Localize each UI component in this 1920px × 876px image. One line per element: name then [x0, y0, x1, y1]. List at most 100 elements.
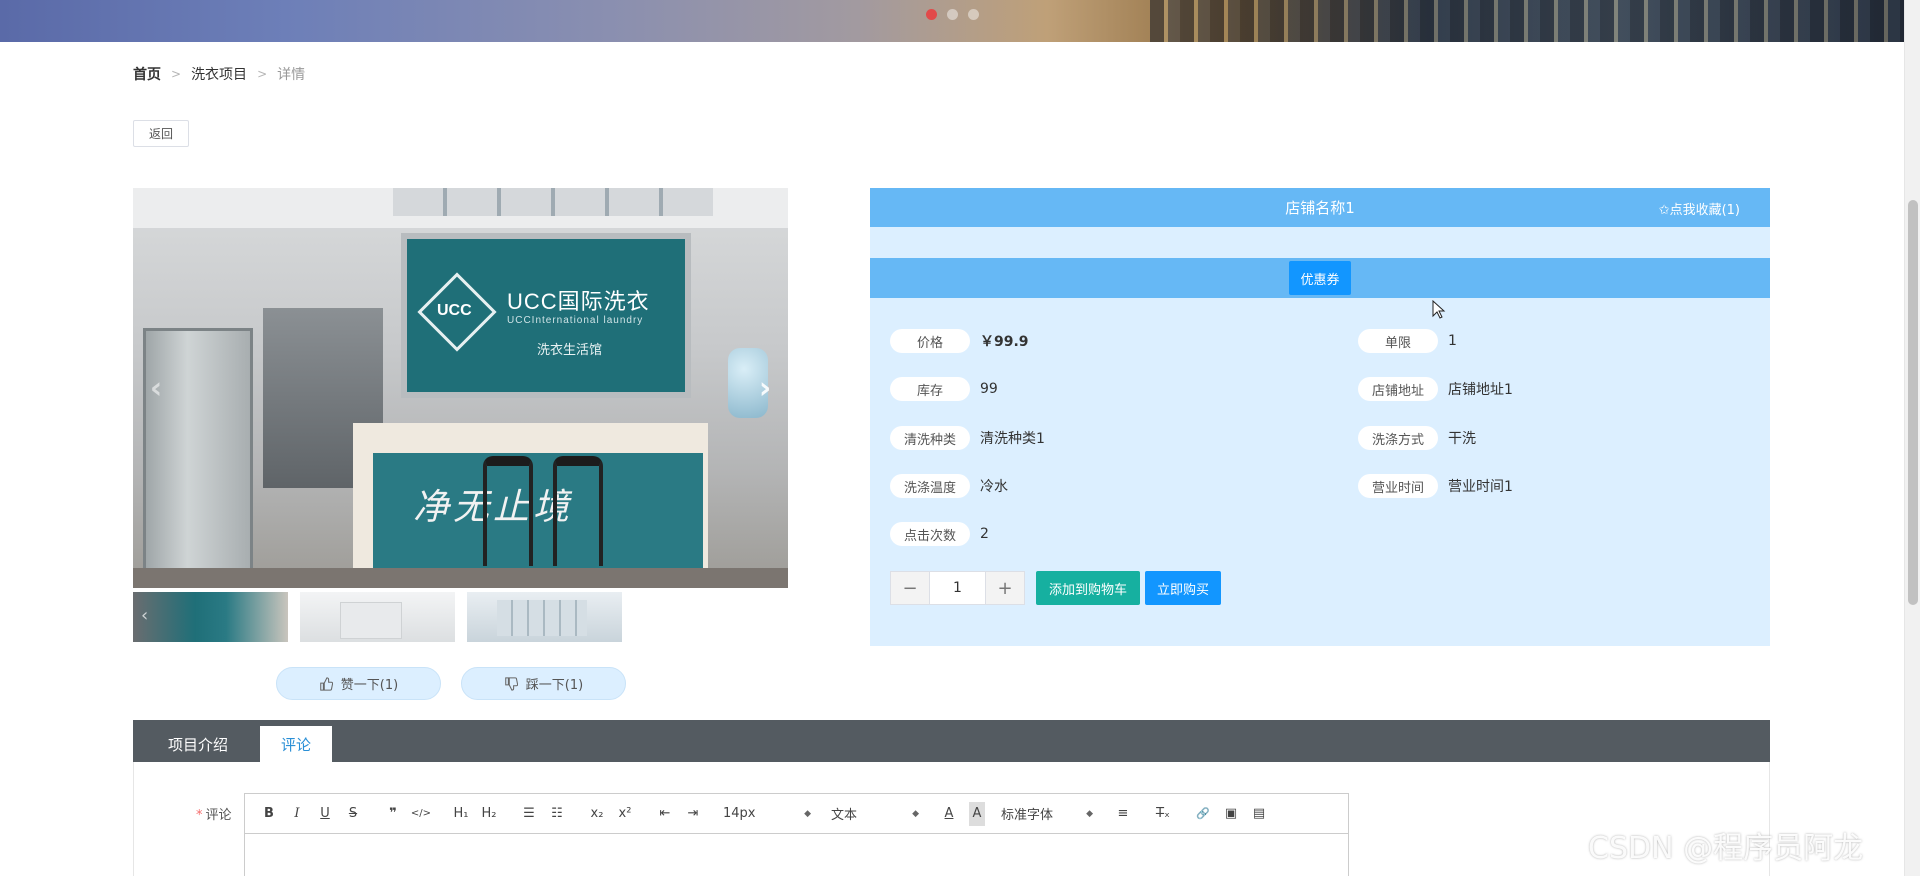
hours-value: 营业时间1 [1448, 479, 1513, 495]
strikethrough-icon[interactable]: S [339, 802, 367, 826]
superscript-icon[interactable]: x² [611, 802, 639, 826]
attr-wash-method: 洗涤方式 干洗 [1358, 426, 1476, 450]
italic-icon[interactable]: I [283, 802, 311, 826]
attr-price: 价格 ￥99.9 [890, 329, 1029, 353]
attr-label: 营业时间 [1358, 474, 1438, 498]
attr-label: 库存 [890, 377, 970, 401]
vote-row: 赞一下(1) 踩一下(1) [276, 667, 626, 700]
video-icon[interactable]: ▤ [1245, 802, 1273, 826]
subscript-icon[interactable]: x₂ [583, 802, 611, 826]
shop-header: 店铺名称1 ✩点我收藏(1) [870, 188, 1770, 227]
comment-editor[interactable]: B I U S ❞ </> H₁ H₂ ☰ ☷ x₂ x² ⇤ ⇥ 14px ◆ … [244, 793, 1349, 876]
stock-value: 99 [980, 381, 998, 397]
tab-comment[interactable]: 评论 [260, 726, 332, 762]
add-to-cart-button[interactable]: 添加到购物车 [1036, 571, 1140, 605]
ordered-list-icon[interactable]: ☰ [515, 802, 543, 826]
back-button[interactable]: 返回 [133, 120, 189, 147]
thumbnail-3[interactable] [467, 592, 622, 642]
clicks-value: 2 [980, 526, 989, 542]
like-label: 赞一下(1) [340, 678, 399, 693]
favorite-button[interactable]: ✩点我收藏(1) [1659, 199, 1740, 218]
store-photo: UCC UCC国际洗衣 UCCInternational laundry 洗衣生… [133, 188, 788, 588]
product-info-panel: 店铺名称1 ✩点我收藏(1) 优惠券 价格 ￥99.9 单限 1 库存 99 店… [870, 188, 1770, 646]
coupon-bar: 优惠券 [870, 258, 1770, 298]
clear-format-icon[interactable]: T̶ₓ [1149, 802, 1177, 826]
attr-clean-type: 清洗种类 清洗种类1 [890, 426, 1045, 450]
select-caret-icon: ◆ [804, 808, 811, 819]
limit-value: 1 [1448, 333, 1457, 349]
bullet-list-icon[interactable]: ☷ [543, 802, 571, 826]
attr-label: 价格 [890, 329, 970, 353]
background-color-icon[interactable]: A [969, 801, 985, 826]
thumbnail-1[interactable]: ‹ [133, 592, 288, 642]
mouse-cursor-icon [1432, 300, 1446, 319]
watermark: CSDN @程序员阿龙 [1588, 831, 1864, 866]
attr-label: 洗涤温度 [890, 474, 970, 498]
outdent-icon[interactable]: ⇤ [651, 802, 679, 826]
attr-label: 洗涤方式 [1358, 426, 1438, 450]
chevron-left-icon: ‹ [141, 605, 149, 626]
attr-hours: 营业时间 营业时间1 [1358, 474, 1513, 498]
font-color-icon[interactable]: A [935, 802, 963, 826]
banner-cityscape [1150, 0, 1904, 42]
breadcrumb-separator: > [257, 67, 268, 81]
blockquote-icon[interactable]: ❞ [379, 802, 407, 826]
chevron-right-icon[interactable]: › [750, 368, 780, 408]
image-icon[interactable]: ▣ [1217, 802, 1245, 826]
breadcrumb: 首页 > 洗衣项目 > 详情 [133, 64, 305, 84]
attr-temperature: 洗涤温度 冷水 [890, 474, 1008, 498]
heading-2-icon[interactable]: H₂ [475, 802, 503, 826]
code-block-icon[interactable]: </> [407, 802, 435, 826]
minus-button[interactable]: − [890, 571, 930, 605]
attr-label: 清洗种类 [890, 426, 970, 450]
thumbs-down-icon [505, 676, 518, 691]
tab-intro[interactable]: 项目介绍 [148, 726, 248, 762]
carousel-dots [926, 9, 979, 20]
attr-clicks: 点击次数 2 [890, 522, 989, 546]
buy-now-button[interactable]: 立即购买 [1145, 571, 1221, 605]
align-icon[interactable]: ≡ [1109, 802, 1137, 826]
font-family-select[interactable]: 标准字体 ◆ [997, 802, 1097, 826]
breadcrumb-home[interactable]: 首页 [133, 64, 161, 84]
underline-icon[interactable]: U [311, 802, 339, 826]
required-mark: * [196, 808, 203, 823]
chevron-left-icon[interactable]: ‹ [141, 368, 171, 408]
link-icon[interactable]: 🔗 [1189, 802, 1217, 826]
thumbnail-2[interactable] [300, 592, 455, 642]
indent-icon[interactable]: ⇥ [679, 802, 707, 826]
like-button[interactable]: 赞一下(1) [276, 667, 441, 700]
editor-toolbar: B I U S ❞ </> H₁ H₂ ☰ ☷ x₂ x² ⇤ ⇥ 14px ◆ … [245, 794, 1348, 834]
font-size-select[interactable]: 14px ◆ [719, 802, 815, 826]
temperature-value: 冷水 [980, 479, 1008, 495]
shop-name: 店铺名称1 [1285, 199, 1355, 217]
top-banner [0, 0, 1904, 42]
attr-stock: 库存 99 [890, 377, 998, 401]
select-caret-icon: ◆ [1086, 808, 1093, 819]
quantity-stepper: − 1 + [890, 571, 1025, 605]
select-caret-icon: ◆ [912, 808, 919, 819]
bold-icon[interactable]: B [255, 802, 283, 826]
address-value: 店铺地址1 [1448, 382, 1513, 398]
coupon-button[interactable]: 优惠券 [1289, 261, 1351, 295]
carousel-dot-1[interactable] [926, 9, 937, 20]
attr-limit: 单限 1 [1358, 329, 1457, 353]
product-image-carousel[interactable]: UCC UCC国际洗衣 UCCInternational laundry 洗衣生… [133, 188, 788, 588]
plus-button[interactable]: + [985, 571, 1025, 605]
store-sign: UCC UCC国际洗衣 UCCInternational laundry 洗衣生… [401, 233, 691, 398]
carousel-dot-2[interactable] [947, 9, 958, 20]
attr-label: 店铺地址 [1358, 377, 1438, 401]
quantity-input[interactable]: 1 [930, 571, 985, 605]
comment-label: * 评论 [196, 808, 232, 823]
thumbs-up-icon [320, 676, 333, 691]
heading-1-icon[interactable]: H₁ [447, 802, 475, 826]
page-scrollbar[interactable] [1904, 0, 1920, 876]
breadcrumb-section[interactable]: 洗衣项目 [191, 64, 247, 84]
scrollbar-thumb[interactable] [1908, 200, 1918, 605]
attr-label: 单限 [1358, 329, 1438, 353]
attr-label: 点击次数 [890, 522, 970, 546]
wash-method-value: 干洗 [1448, 431, 1476, 447]
carousel-dot-3[interactable] [968, 9, 979, 20]
text-style-select[interactable]: 文本 ◆ [827, 802, 923, 826]
thumbnail-strip: ‹ [133, 592, 622, 642]
dislike-button[interactable]: 踩一下(1) [461, 667, 626, 700]
